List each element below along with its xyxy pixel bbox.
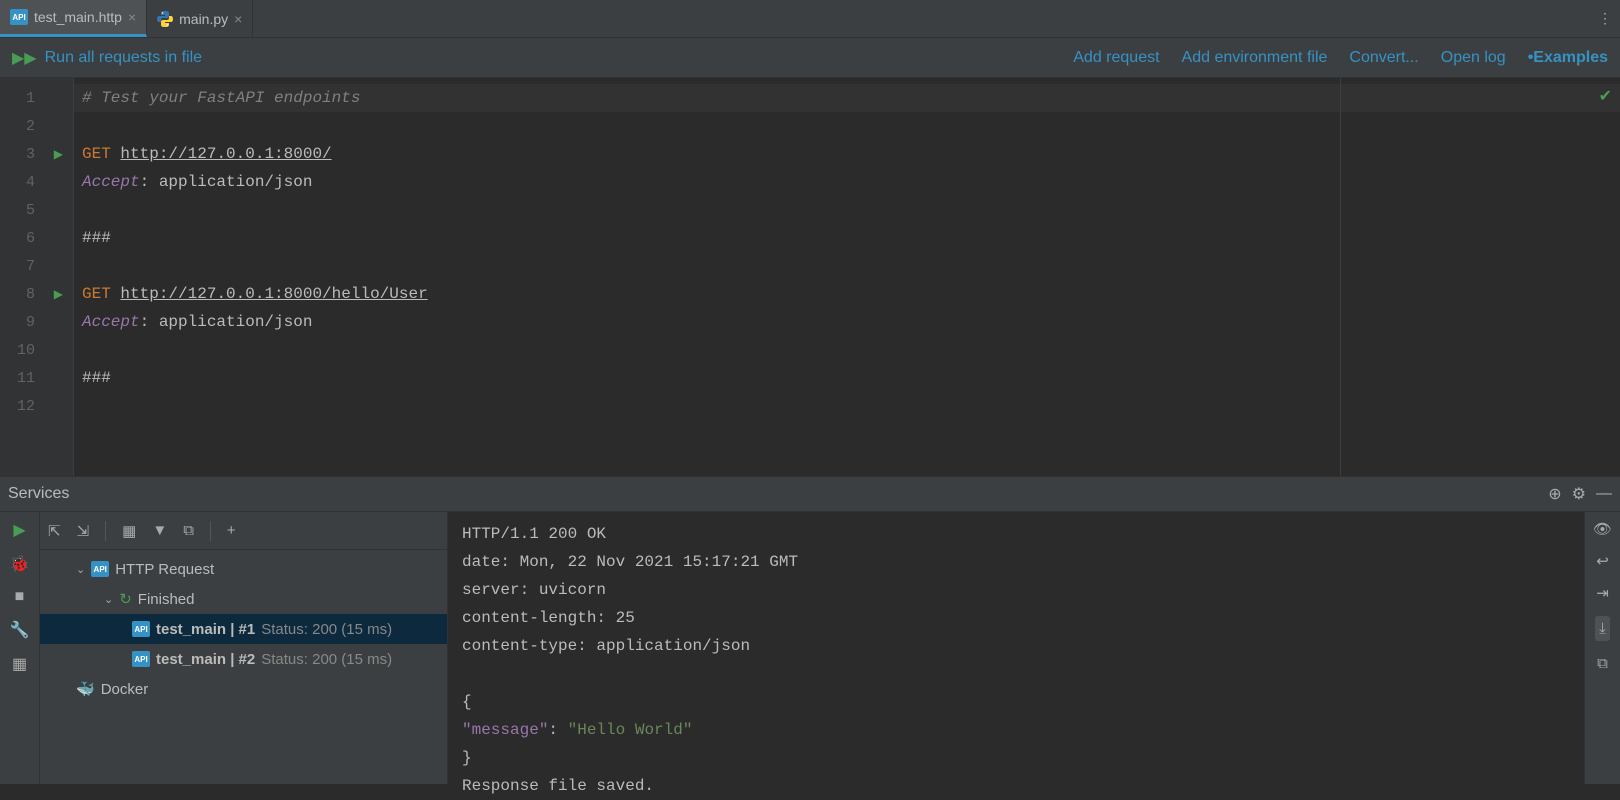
services-left-toolbar: ▶ 🐞 ■ 🔧 ▦ [0,512,40,784]
editor: 1 2 3 ▶ 4 5 6 7 8 ▶ 9 10 11 12 # Test your… [0,78,1620,476]
run-all-label: Run all requests in file [45,49,202,67]
line-number: 2 [26,118,35,135]
tree-run-2[interactable]: API test_main | #2 Status: 200 (15 ms) [40,644,447,674]
filter-icon[interactable]: ▼ [152,522,167,539]
gutter: 1 2 3 ▶ 4 5 6 7 8 ▶ 9 10 11 12 [0,78,74,476]
line-number: 8 [26,286,35,303]
run-icon[interactable]: ▶ [13,520,25,540]
http-header: Accept [82,173,140,191]
http-url: http://127.0.0.1:8000/ [120,145,331,163]
download-icon[interactable]: ⤓ [1595,616,1610,641]
eye-icon[interactable]: 👁 [1593,520,1612,538]
run-gutter-icon[interactable]: ▶ [54,287,63,302]
tree-run-1[interactable]: API test_main | #1 Status: 200 (15 ms) [40,614,447,644]
code-comment: # Test your FastAPI endpoints [82,89,360,107]
line-number: 7 [26,258,35,275]
api-icon: API [91,561,109,577]
http-url: http://127.0.0.1:8000/hello/User [120,285,427,303]
stop-icon[interactable]: ■ [15,588,25,606]
api-icon: API [132,621,150,637]
chevron-down-icon[interactable]: ⌄ [104,593,113,606]
run-all-button[interactable]: ▶▶ Run all requests in file [12,48,202,68]
http-method: GET [82,285,111,303]
refresh-icon: ↻ [119,590,132,608]
services-body: ▶ 🐞 ■ 🔧 ▦ ⇱ ⇲ ▦ ▼ ⧉ + ⌄ API HTTP Request… [0,512,1620,784]
python-icon [157,11,173,27]
http-method: GET [82,145,111,163]
services-title: Services [8,485,69,503]
action-bar: ▶▶ Run all requests in file Add request … [0,38,1620,78]
docker-icon: 🐳 [76,680,95,698]
services-tree: ⇱ ⇲ ▦ ▼ ⧉ + ⌄ API HTTP Request ⌄ ↻ Finis… [40,512,448,784]
tab-main-py[interactable]: main.py × [147,0,253,37]
add-config-icon[interactable]: ⧉ [183,522,194,539]
response-header: content-type: application/json [462,632,1584,660]
tree-docker[interactable]: 🐳 Docker [40,674,447,704]
plus-icon[interactable]: + [227,522,236,539]
bug-icon[interactable]: 🐞 [10,554,30,574]
line-number: 1 [26,90,35,107]
response-saved: Response file saved. [462,772,1584,800]
tree-finished[interactable]: ⌄ ↻ Finished [40,584,447,614]
line-number: 11 [17,370,35,387]
inspection-ok-icon[interactable]: ✔ [1599,86,1612,106]
response-body: { [462,688,1584,716]
http-header-value: application/json [159,313,313,331]
api-icon: API [132,651,150,667]
http-header-value: application/json [159,173,313,191]
minimize-icon[interactable]: — [1596,485,1612,503]
examples-button[interactable]: •Examples [1528,49,1608,67]
expand-icon[interactable]: ⇱ [48,522,61,540]
add-request-button[interactable]: Add request [1073,49,1159,67]
open-log-button[interactable]: Open log [1441,49,1506,67]
run-gutter-icon[interactable]: ▶ [54,147,63,162]
response-header: server: uvicorn [462,576,1584,604]
services-header: Services ⊕ ⚙ — [0,476,1620,512]
response-status: HTTP/1.1 200 OK [462,520,1584,548]
line-number: 10 [17,342,35,359]
http-header: Accept [82,313,140,331]
editor-tabs: API test_main.http × main.py × ⋮ [0,0,1620,38]
line-number: 5 [26,202,35,219]
add-env-button[interactable]: Add environment file [1182,49,1328,67]
line-number: 9 [26,314,35,331]
scroll-icon[interactable]: ⇥ [1596,584,1609,602]
wrap-icon[interactable]: ↩ [1596,552,1609,570]
line-number: 6 [26,230,35,247]
tabs-menu-icon[interactable]: ⋮ [1590,0,1620,37]
response-body: "message": "Hello World" [462,716,1584,744]
convert-button[interactable]: Convert... [1349,49,1418,67]
response-body: } [462,744,1584,772]
response-header: content-length: 25 [462,604,1584,632]
api-icon: API [10,9,28,25]
tab-test-main-http[interactable]: API test_main.http × [0,0,147,37]
collapse-icon[interactable]: ⇲ [77,522,90,540]
gear-icon[interactable]: ⚙ [1572,484,1586,504]
separator: ### [82,369,111,387]
right-margin-line [1340,78,1341,476]
line-number: 3 [26,146,35,163]
play-icon: ▶▶ [12,48,37,68]
response-right-toolbar: 👁 ↩ ⇥ ⤓ ⧉ [1584,512,1620,784]
line-number: 4 [26,174,35,191]
tree-http-request[interactable]: ⌄ API HTTP Request [40,554,447,584]
response-viewer[interactable]: HTTP/1.1 200 OK date: Mon, 22 Nov 2021 1… [448,512,1584,784]
response-header: date: Mon, 22 Nov 2021 15:17:21 GMT [462,548,1584,576]
tree-toolbar: ⇱ ⇲ ▦ ▼ ⧉ + [40,512,447,550]
line-number: 12 [17,398,35,415]
wrench-icon[interactable]: 🔧 [10,620,30,640]
close-icon[interactable]: × [128,9,136,25]
close-icon[interactable]: × [234,11,242,27]
tab-label: test_main.http [34,9,122,25]
code-area[interactable]: # Test your FastAPI endpoints GET http:/… [74,78,1620,476]
separator: ### [82,229,111,247]
layout-icon[interactable]: ▦ [12,654,27,674]
tab-label: main.py [179,11,228,27]
copy-icon[interactable]: ⧉ [1597,655,1608,672]
chevron-down-icon[interactable]: ⌄ [76,563,85,576]
grid-icon[interactable]: ▦ [122,522,136,540]
target-icon[interactable]: ⊕ [1548,484,1561,504]
